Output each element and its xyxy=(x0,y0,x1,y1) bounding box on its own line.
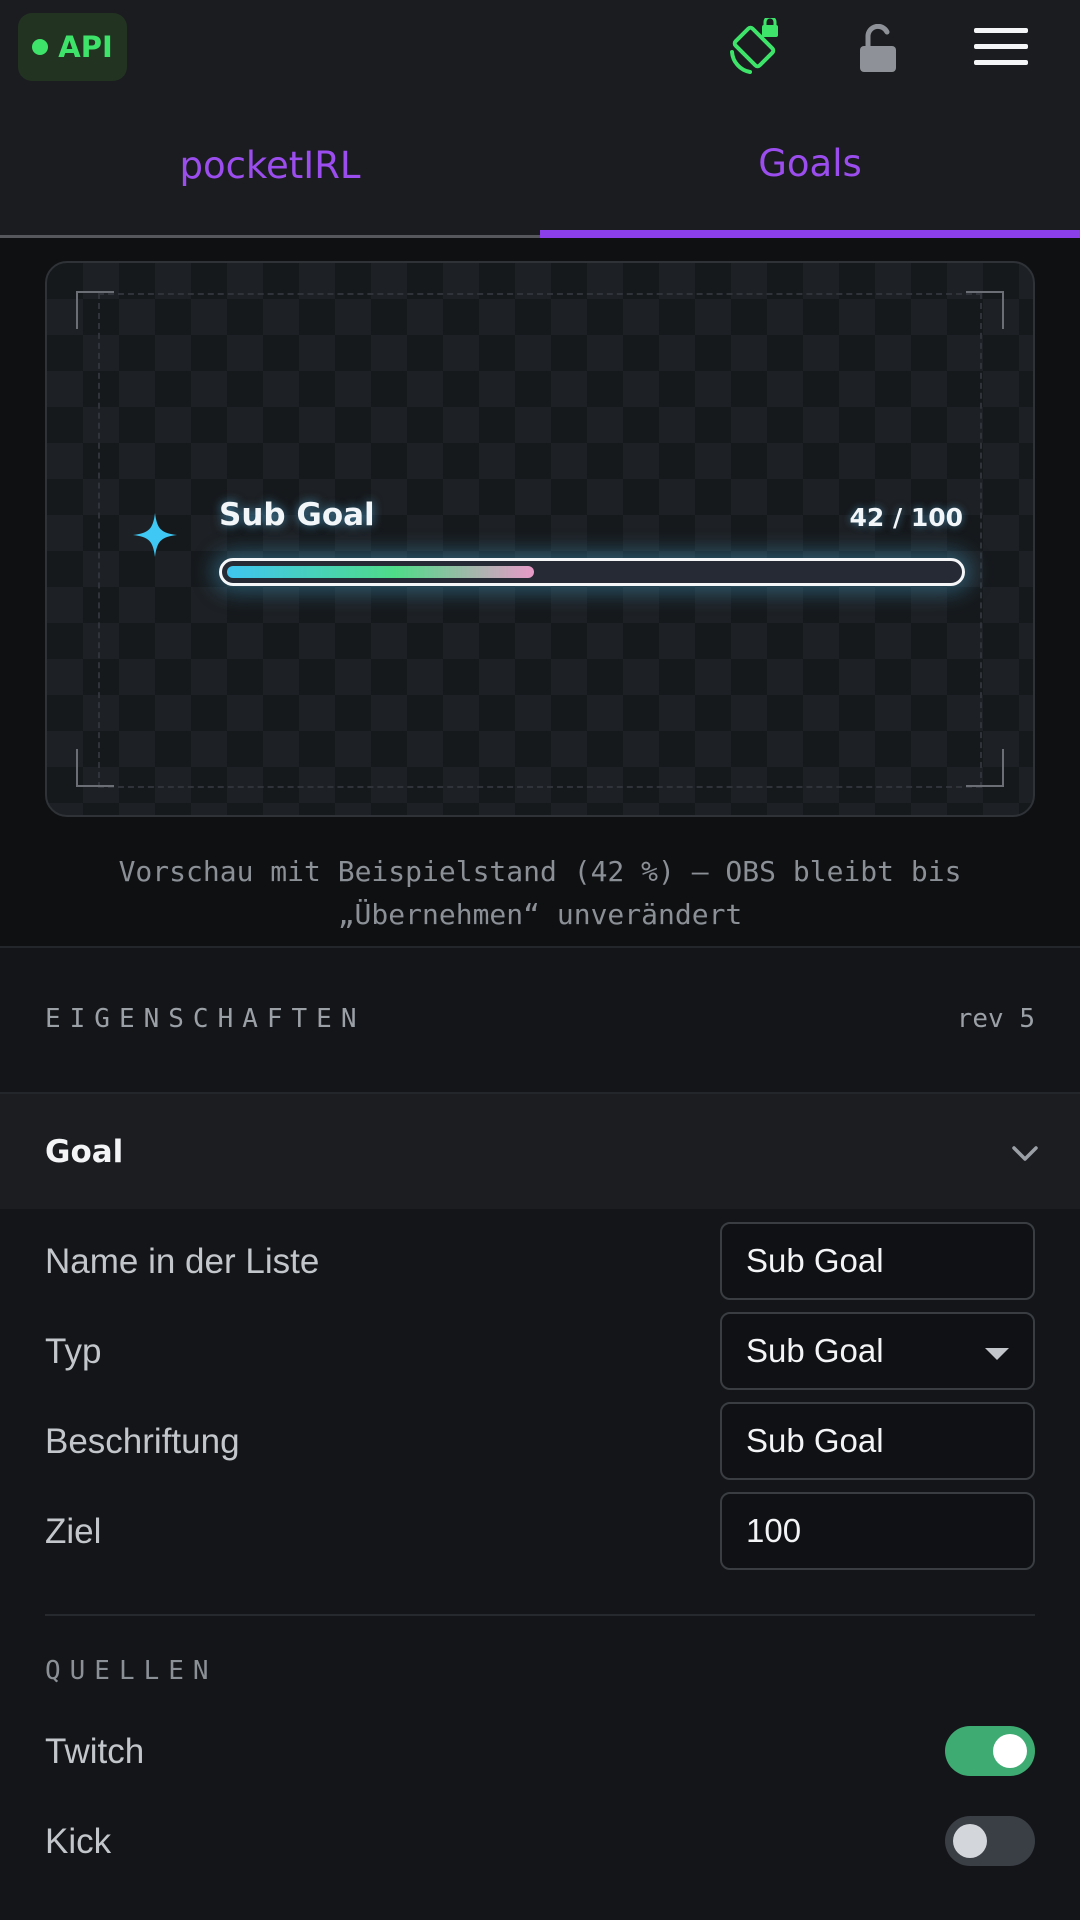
source-label: Twitch xyxy=(45,1732,145,1771)
properties-header: EIGENSCHAFTEN rev 5 xyxy=(0,948,1080,1092)
properties-title: EIGENSCHAFTEN xyxy=(45,1004,366,1034)
goal-section-toggle[interactable]: Goal xyxy=(0,1094,1080,1209)
type-select[interactable]: Sub Goal xyxy=(720,1312,1035,1390)
source-row-twitch: Twitch xyxy=(0,1712,1080,1792)
target-input[interactable]: 100 xyxy=(720,1492,1035,1570)
tab-label: pocketIRL xyxy=(179,144,361,187)
preview-section: Sub Goal 42 / 100 Vorschau mit Beispiels… xyxy=(0,238,1080,946)
tab-bar: pocketIRL Goals xyxy=(0,96,1080,238)
field-label: Ziel xyxy=(45,1512,102,1551)
preview-caption: Vorschau mit Beispielstand (42 %) – OBS … xyxy=(0,850,1080,936)
sparkle-icon xyxy=(133,513,177,557)
type-select-value: Sub Goal xyxy=(746,1332,884,1369)
field-row-caption: Beschriftung Sub Goal xyxy=(0,1402,1080,1482)
revision-label: rev 5 xyxy=(956,1004,1035,1034)
source-label: Kick xyxy=(45,1822,112,1861)
preview-caption-line: „Übernehmen“ unverändert xyxy=(337,898,743,931)
menu-icon[interactable] xyxy=(974,26,1028,68)
corner-marker xyxy=(76,291,114,329)
tab-pocketirl[interactable]: pocketIRL xyxy=(0,96,540,238)
lock-open-icon[interactable] xyxy=(856,24,900,74)
section-label: Goal xyxy=(45,1134,124,1170)
field-row-name: Name in der Liste Sub Goal xyxy=(0,1222,1080,1302)
kick-toggle[interactable] xyxy=(945,1816,1035,1866)
caption-input[interactable]: Sub Goal xyxy=(720,1402,1035,1480)
field-label: Name in der Liste xyxy=(45,1242,320,1281)
field-row-target: Ziel 100 xyxy=(0,1492,1080,1572)
goal-count: 42 / 100 xyxy=(849,503,963,532)
field-label: Beschriftung xyxy=(45,1422,240,1461)
goal-title: Sub Goal xyxy=(219,497,375,533)
overlay-preview: Sub Goal 42 / 100 xyxy=(45,261,1035,817)
goal-progress-fill xyxy=(227,566,534,578)
api-status-label: API xyxy=(58,30,113,64)
toggle-knob xyxy=(953,1824,987,1858)
field-label: Typ xyxy=(45,1332,102,1371)
tab-goals[interactable]: Goals xyxy=(540,96,1080,238)
twitch-toggle[interactable] xyxy=(945,1726,1035,1776)
api-status-badge[interactable]: API xyxy=(18,13,127,81)
dropdown-arrow-icon xyxy=(985,1348,1009,1360)
chevron-down-icon xyxy=(1012,1146,1038,1161)
safe-area-guide xyxy=(98,293,982,788)
goal-progress-bar xyxy=(219,558,965,586)
corner-marker xyxy=(966,749,1004,787)
divider xyxy=(45,1614,1035,1616)
corner-marker xyxy=(966,291,1004,329)
name-input[interactable]: Sub Goal xyxy=(720,1222,1035,1300)
tab-label: Goals xyxy=(758,141,862,185)
rotate-lock-icon[interactable] xyxy=(726,18,786,78)
toggle-knob xyxy=(993,1734,1027,1768)
top-bar: API xyxy=(0,0,1080,96)
sources-title: QUELLEN xyxy=(45,1656,218,1686)
preview-caption-line: Vorschau mit Beispielstand (42 %) – OBS … xyxy=(118,855,962,888)
field-row-type: Typ Sub Goal xyxy=(0,1312,1080,1392)
source-row-kick: Kick xyxy=(0,1802,1080,1882)
api-status-dot xyxy=(32,39,49,55)
corner-marker xyxy=(76,749,114,787)
